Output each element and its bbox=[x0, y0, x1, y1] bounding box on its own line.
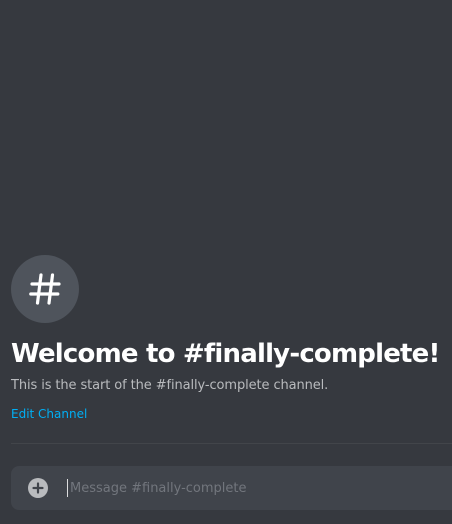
channel-welcome: Welcome to #finally-complete! This is th… bbox=[11, 255, 452, 422]
chat-area: Welcome to #finally-complete! This is th… bbox=[0, 0, 452, 524]
edit-channel-link[interactable]: Edit Channel bbox=[11, 407, 87, 421]
welcome-title: Welcome to #finally-complete! bbox=[11, 339, 440, 369]
hash-icon bbox=[29, 273, 61, 305]
welcome-subtitle: This is the start of the #finally-comple… bbox=[11, 378, 329, 393]
message-input[interactable] bbox=[67, 479, 452, 497]
message-composer bbox=[11, 466, 452, 510]
channel-icon-circle bbox=[11, 255, 79, 323]
attach-button[interactable] bbox=[28, 478, 48, 498]
plus-icon bbox=[32, 482, 44, 494]
divider bbox=[11, 443, 452, 444]
